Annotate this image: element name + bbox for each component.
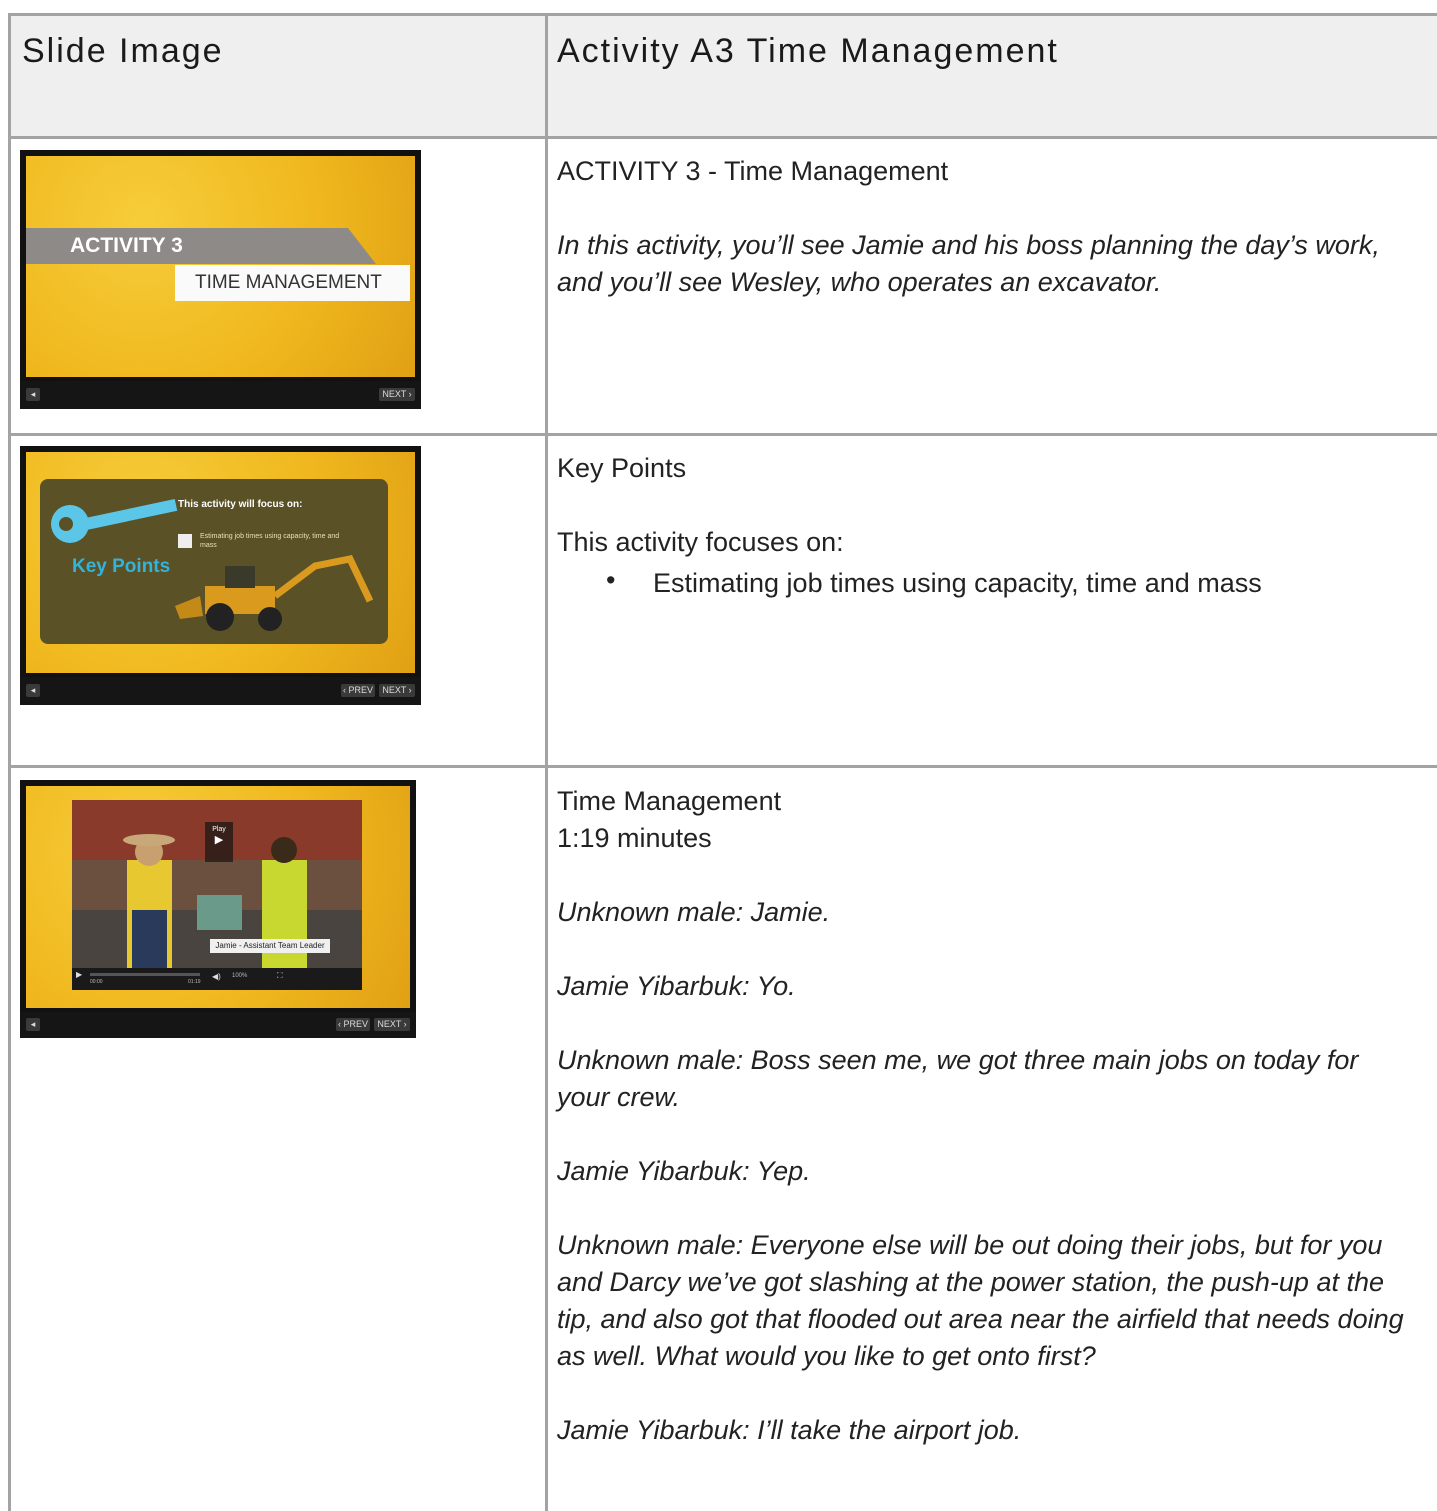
play-label: Play	[212, 826, 226, 833]
play-icon: ▶	[214, 834, 224, 846]
row2-title: Key Points	[557, 453, 687, 483]
row1-body: In this activity, you’ll see Jamie and h…	[557, 230, 1380, 297]
sound-icon[interactable]: ◂	[26, 684, 40, 697]
header-slide-image: Slide Image	[22, 32, 224, 70]
slide-control-bar: ◂ ‹ PREV NEXT ›	[20, 1012, 416, 1038]
slide-focus-heading: This activity will focus on:	[178, 499, 303, 510]
row2-intro: This activity focuses on:	[557, 527, 844, 557]
row3-text: Time Management 1:19 minutes Unknown mal…	[557, 783, 1407, 1449]
transcript-line: Unknown male: Boss seen me, we got three…	[557, 1045, 1359, 1112]
row2-bullet-text: Estimating job times using capacity, tim…	[653, 568, 1262, 598]
transcript-line: Unknown male: Everyone else will be out …	[557, 1230, 1404, 1371]
slide-key-points-label: Key Points	[72, 556, 171, 577]
video-zoom[interactable]: 100%	[232, 973, 247, 979]
header-activity-title: Activity A3 Time Management	[557, 32, 1059, 70]
sound-icon[interactable]: ◂	[26, 1018, 40, 1031]
slide-thumbnail-video: Play ▶ Jamie - Assistant Team Leader ▶ 0…	[20, 780, 416, 1038]
backhoe-image	[175, 555, 374, 631]
fullscreen-icon[interactable]: ⛶	[277, 971, 283, 981]
row-divider	[8, 765, 1437, 768]
row-divider	[8, 433, 1437, 436]
transcript-line: Jamie Yibarbuk: Yo.	[557, 971, 796, 1001]
row1-text: ACTIVITY 3 - Time Management In this act…	[557, 153, 1417, 301]
video-play-icon[interactable]: ▶	[76, 970, 82, 979]
slide-next-button[interactable]: NEXT ›	[379, 388, 415, 401]
slide-band-activity: ACTIVITY 3	[26, 228, 376, 264]
video-controls: ▶ 00:00 01:19 ◀) 100% ⛶	[72, 968, 362, 990]
slide-thumbnail-activity3: ACTIVITY 3 TIME MANAGEMENT ◂ NEXT ›	[20, 150, 421, 409]
volume-icon[interactable]: ◀)	[212, 972, 221, 981]
slide-next-button[interactable]: NEXT ›	[374, 1018, 410, 1031]
slide-thumbnail-key-points: Key Points This activity will focus on: …	[20, 446, 421, 705]
transcript-line: Jamie Yibarbuk: I’ll take the airport jo…	[557, 1415, 1022, 1445]
row3-title: Time Management	[557, 786, 782, 816]
slide-next-button[interactable]: NEXT ›	[379, 684, 415, 697]
slide-control-bar: ◂ ‹ PREV NEXT ›	[20, 677, 421, 705]
slide-focus-item: Estimating job times using capacity, tim…	[200, 533, 340, 549]
sound-icon[interactable]: ◂	[26, 388, 40, 401]
bullet-icon: •	[606, 565, 616, 595]
slide-prev-button[interactable]: ‹ PREV	[336, 1018, 370, 1031]
video-time-start: 00:00	[90, 979, 103, 985]
row1-title: ACTIVITY 3 - Time Management	[557, 156, 949, 186]
key-icon	[51, 499, 178, 543]
row3-duration: 1:19 minutes	[557, 823, 712, 853]
video-time-end: 01:19	[188, 979, 201, 985]
play-button[interactable]: Play ▶	[205, 822, 233, 862]
slide-checkbox	[178, 534, 192, 548]
row-divider	[8, 136, 1437, 139]
video-player[interactable]: Play ▶ Jamie - Assistant Team Leader ▶ 0…	[72, 800, 362, 990]
transcript-line: Unknown male: Jamie.	[557, 897, 831, 927]
slide-control-bar: ◂ NEXT ›	[20, 381, 421, 409]
transcript-line: Jamie Yibarbuk: Yep.	[557, 1156, 811, 1186]
video-progress[interactable]	[90, 973, 200, 976]
column-divider	[545, 13, 548, 1511]
video-caption: Jamie - Assistant Team Leader	[210, 939, 330, 953]
row2-text: Key Points This activity focuses on:	[557, 450, 1417, 561]
slide-band-title: TIME MANAGEMENT	[175, 265, 410, 301]
slide-prev-button[interactable]: ‹ PREV	[341, 684, 375, 697]
